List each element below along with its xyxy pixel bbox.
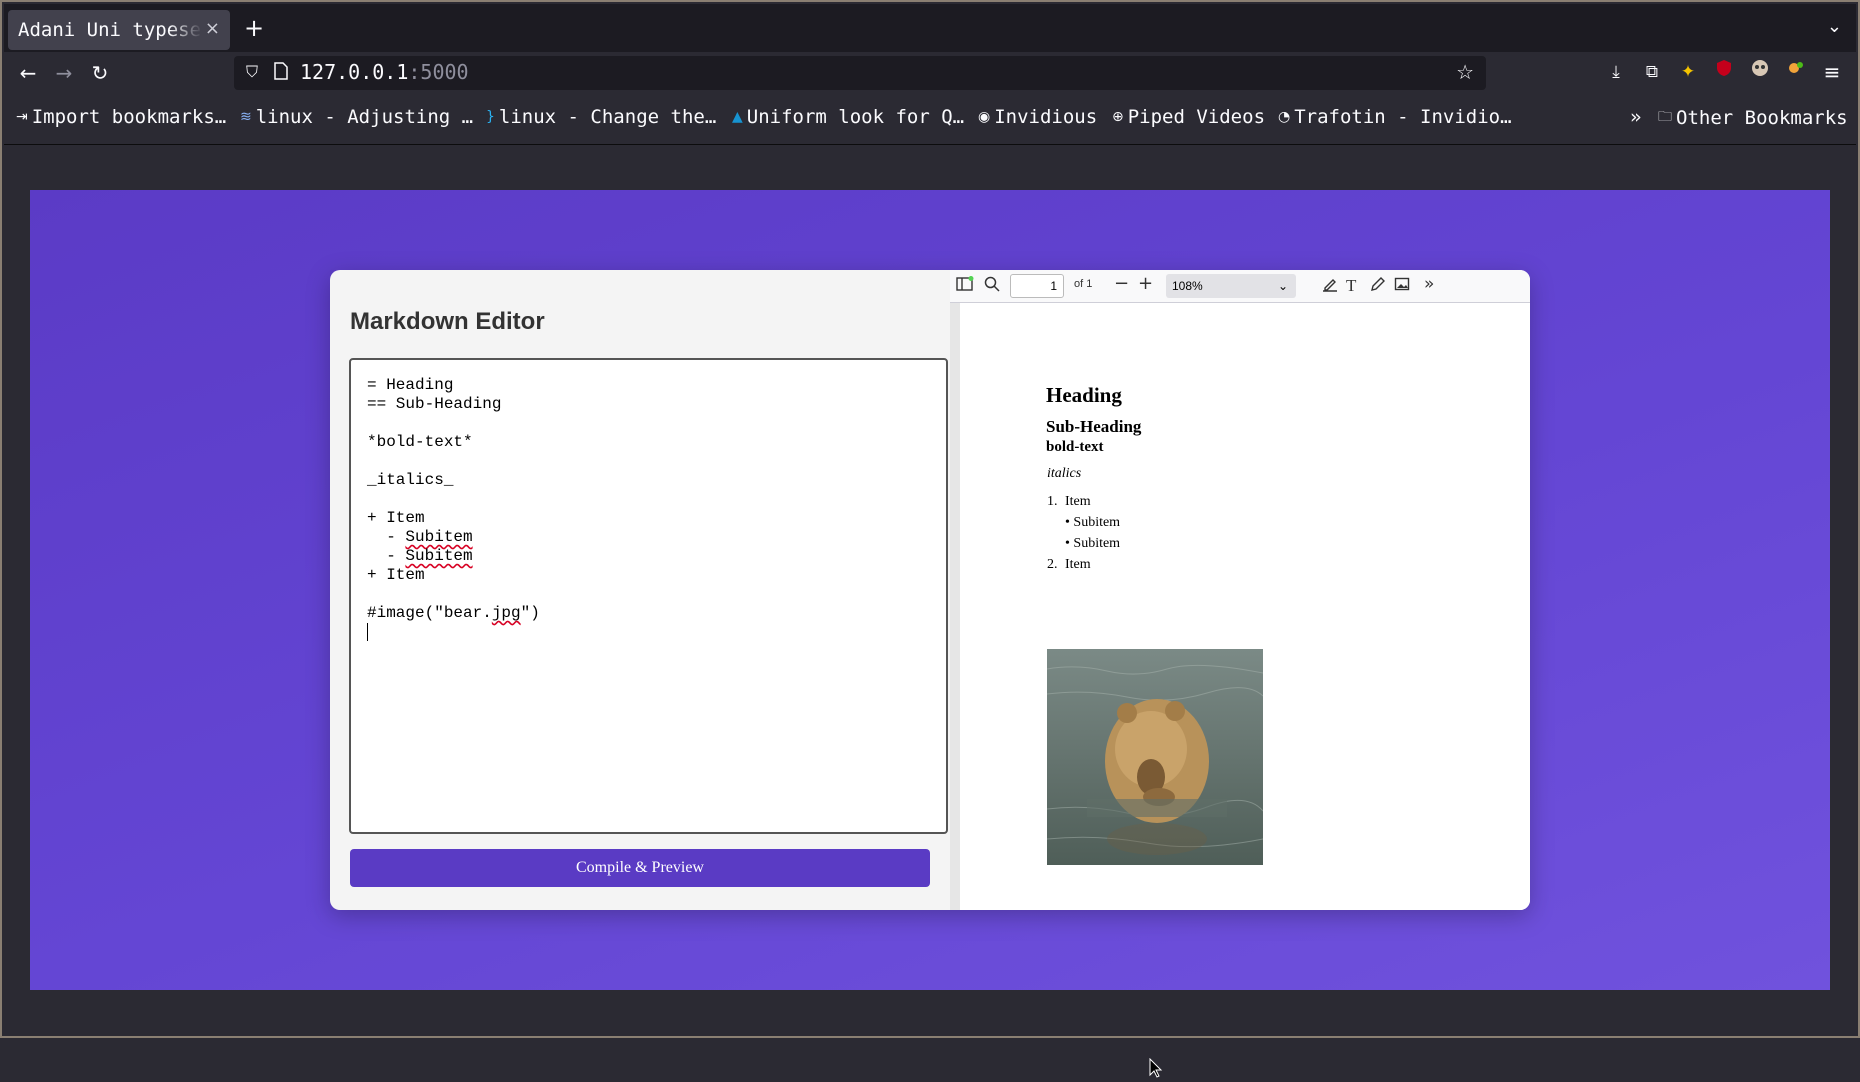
zoom-out-icon[interactable]: −: [1114, 274, 1129, 294]
page-icon[interactable]: [274, 62, 288, 84]
bookmark-label: Import bookmarks…: [31, 106, 227, 128]
extension-mask-icon[interactable]: [1746, 58, 1774, 86]
extensions-icon[interactable]: ⧉: [1638, 58, 1666, 86]
mouse-cursor-icon: [1149, 1057, 1163, 1082]
download-icon[interactable]: ⤓: [1602, 58, 1630, 86]
pdf-toolbar: 1 of 1 − + 108% ⌄ T »: [950, 270, 1530, 303]
bookmark-invidious[interactable]: ◉ Invidious: [978, 106, 1097, 128]
editor-title: Markdown Editor: [350, 308, 545, 335]
page-number-input[interactable]: 1: [1010, 274, 1064, 298]
url-port: :5000: [408, 60, 469, 84]
page-content: Markdown Editor = Heading == Sub-Heading…: [4, 145, 1856, 1078]
bear-image: [1047, 649, 1263, 865]
pdf-sub-list-item: • Subitem: [1065, 515, 1121, 530]
bookmark-label: linux - Change the…: [498, 106, 717, 128]
pdf-subheading: Sub-Heading: [1046, 417, 1142, 436]
pdf-page: Heading Sub-Heading bold-text italics 1.…: [960, 303, 1530, 910]
menu-icon[interactable]: ≡: [1818, 58, 1846, 86]
editor-code: = Heading == Sub-Heading *bold-text* _it…: [367, 376, 540, 642]
shield-icon[interactable]: ⛉: [246, 62, 258, 82]
draw-pen-icon[interactable]: [1370, 276, 1386, 297]
bookmarks-bar: ⇥ Import bookmarks… ≋ linux - Adjusting … …: [4, 94, 1856, 145]
add-image-icon[interactable]: [1394, 276, 1410, 297]
import-icon: ⇥: [16, 109, 28, 125]
find-search-icon[interactable]: [984, 276, 1000, 297]
url-host: 127.0.0.1: [300, 60, 409, 84]
pdf-sub-list-item: • Subitem: [1065, 536, 1121, 551]
new-tab-icon[interactable]: +: [244, 14, 264, 42]
bookmark-label: linux - Adjusting …: [255, 106, 474, 128]
bookmark-label: Piped Videos: [1127, 106, 1266, 128]
superuser-icon: }: [486, 109, 495, 125]
extension-orange-icon[interactable]: [1782, 58, 1810, 86]
pdf-list-item: 1. Item: [1047, 494, 1091, 510]
forward-arrow-icon[interactable]: →: [48, 58, 80, 88]
pdf-list-item: 2. Item: [1047, 557, 1091, 573]
zoom-value: 108%: [1172, 279, 1203, 293]
highlight-icon[interactable]: [1322, 276, 1338, 297]
extension-yellow-icon[interactable]: ✦: [1674, 58, 1702, 86]
bookmark-label: Invidious: [994, 106, 1098, 128]
app-background: Markdown Editor = Heading == Sub-Heading…: [30, 190, 1830, 990]
text-caret: [367, 623, 368, 641]
pdf-heading: Heading: [1046, 383, 1122, 407]
globe-icon: ⊕: [1112, 109, 1124, 125]
invidious-icon: ◔: [1278, 109, 1291, 125]
compile-preview-button[interactable]: Compile & Preview: [350, 849, 930, 887]
pdf-italics-text: italics: [1047, 466, 1082, 481]
ublock-icon[interactable]: [1710, 58, 1738, 86]
page-count: of 1: [1074, 278, 1093, 290]
tab-active[interactable]: Adani Uni typeset ×: [8, 10, 230, 50]
pdf-bold-text: bold-text: [1046, 439, 1104, 455]
bookmark-import[interactable]: ⇥ Import bookmarks…: [16, 106, 226, 128]
editor-pane: Markdown Editor = Heading == Sub-Heading…: [330, 270, 950, 910]
tab-close-icon[interactable]: ×: [205, 18, 220, 39]
bookmark-linux-change[interactable]: } linux - Change the…: [486, 106, 716, 128]
folder-icon: 🗀: [1658, 109, 1672, 125]
bookmark-label: Other Bookmarks: [1676, 107, 1848, 129]
bookmark-label: Trafotin - Invidio…: [1294, 106, 1512, 128]
text-tool-icon[interactable]: T: [1346, 276, 1356, 296]
bookmark-piped-videos[interactable]: ⊕ Piped Videos: [1112, 106, 1265, 128]
address-bar[interactable]: ⛉ 127.0.0.1:5000 ☆: [234, 56, 1486, 90]
stackexchange-icon: ≋: [240, 109, 252, 125]
tools-overflow-icon[interactable]: »: [1424, 274, 1434, 294]
list-item-label: Item: [1065, 557, 1091, 572]
sub-list-item-label: Subitem: [1073, 515, 1121, 530]
bookmark-linux-adjusting[interactable]: ≋ linux - Adjusting …: [240, 106, 473, 128]
sub-list-item-label: Subitem: [1073, 536, 1121, 551]
bookmark-other-bookmarks[interactable]: 🗀 Other Bookmarks: [1658, 106, 1848, 130]
url-text[interactable]: 127.0.0.1:5000: [300, 60, 469, 84]
list-marker: 2.: [1047, 557, 1058, 572]
markdown-textarea[interactable]: = Heading == Sub-Heading *bold-text* _it…: [349, 358, 948, 834]
list-marker: 1.: [1047, 494, 1058, 509]
invidious-icon: ◉: [978, 109, 991, 125]
navigation-bar: ← → ↻ ⛉ 127.0.0.1:5000 ☆ ⤓ ⧉ ✦ ≡: [4, 52, 1856, 94]
bookmarks-overflow-icon[interactable]: »: [1630, 106, 1641, 128]
back-arrow-icon[interactable]: ←: [12, 58, 44, 88]
archlinux-icon: ▲: [732, 109, 743, 125]
zoom-in-icon[interactable]: +: [1138, 274, 1153, 294]
tab-bar: Adani Uni typeset × + ⌄: [4, 4, 1856, 52]
tab-title: Adani Uni typeset: [18, 19, 202, 41]
tab-list-chevron-icon[interactable]: ⌄: [1827, 16, 1842, 37]
bookmark-uniform-look[interactable]: ▲ Uniform look for Q…: [732, 106, 964, 128]
editor-card: Markdown Editor = Heading == Sub-Heading…: [330, 270, 1530, 910]
bookmark-label: Uniform look for Q…: [746, 106, 965, 128]
sidebar-toggle-icon[interactable]: [956, 276, 974, 297]
bookmark-star-icon[interactable]: ☆: [1456, 60, 1474, 84]
reload-icon[interactable]: ↻: [84, 58, 116, 88]
pdf-viewer: 1 of 1 − + 108% ⌄ T » Heading Sub-Headin…: [950, 270, 1530, 910]
zoom-select[interactable]: 108% ⌄: [1166, 274, 1296, 298]
bookmark-trafotin[interactable]: ◔ Trafotin - Invidio…: [1278, 106, 1512, 128]
chevron-down-icon: ⌄: [1277, 279, 1288, 293]
list-item-label: Item: [1065, 494, 1091, 509]
